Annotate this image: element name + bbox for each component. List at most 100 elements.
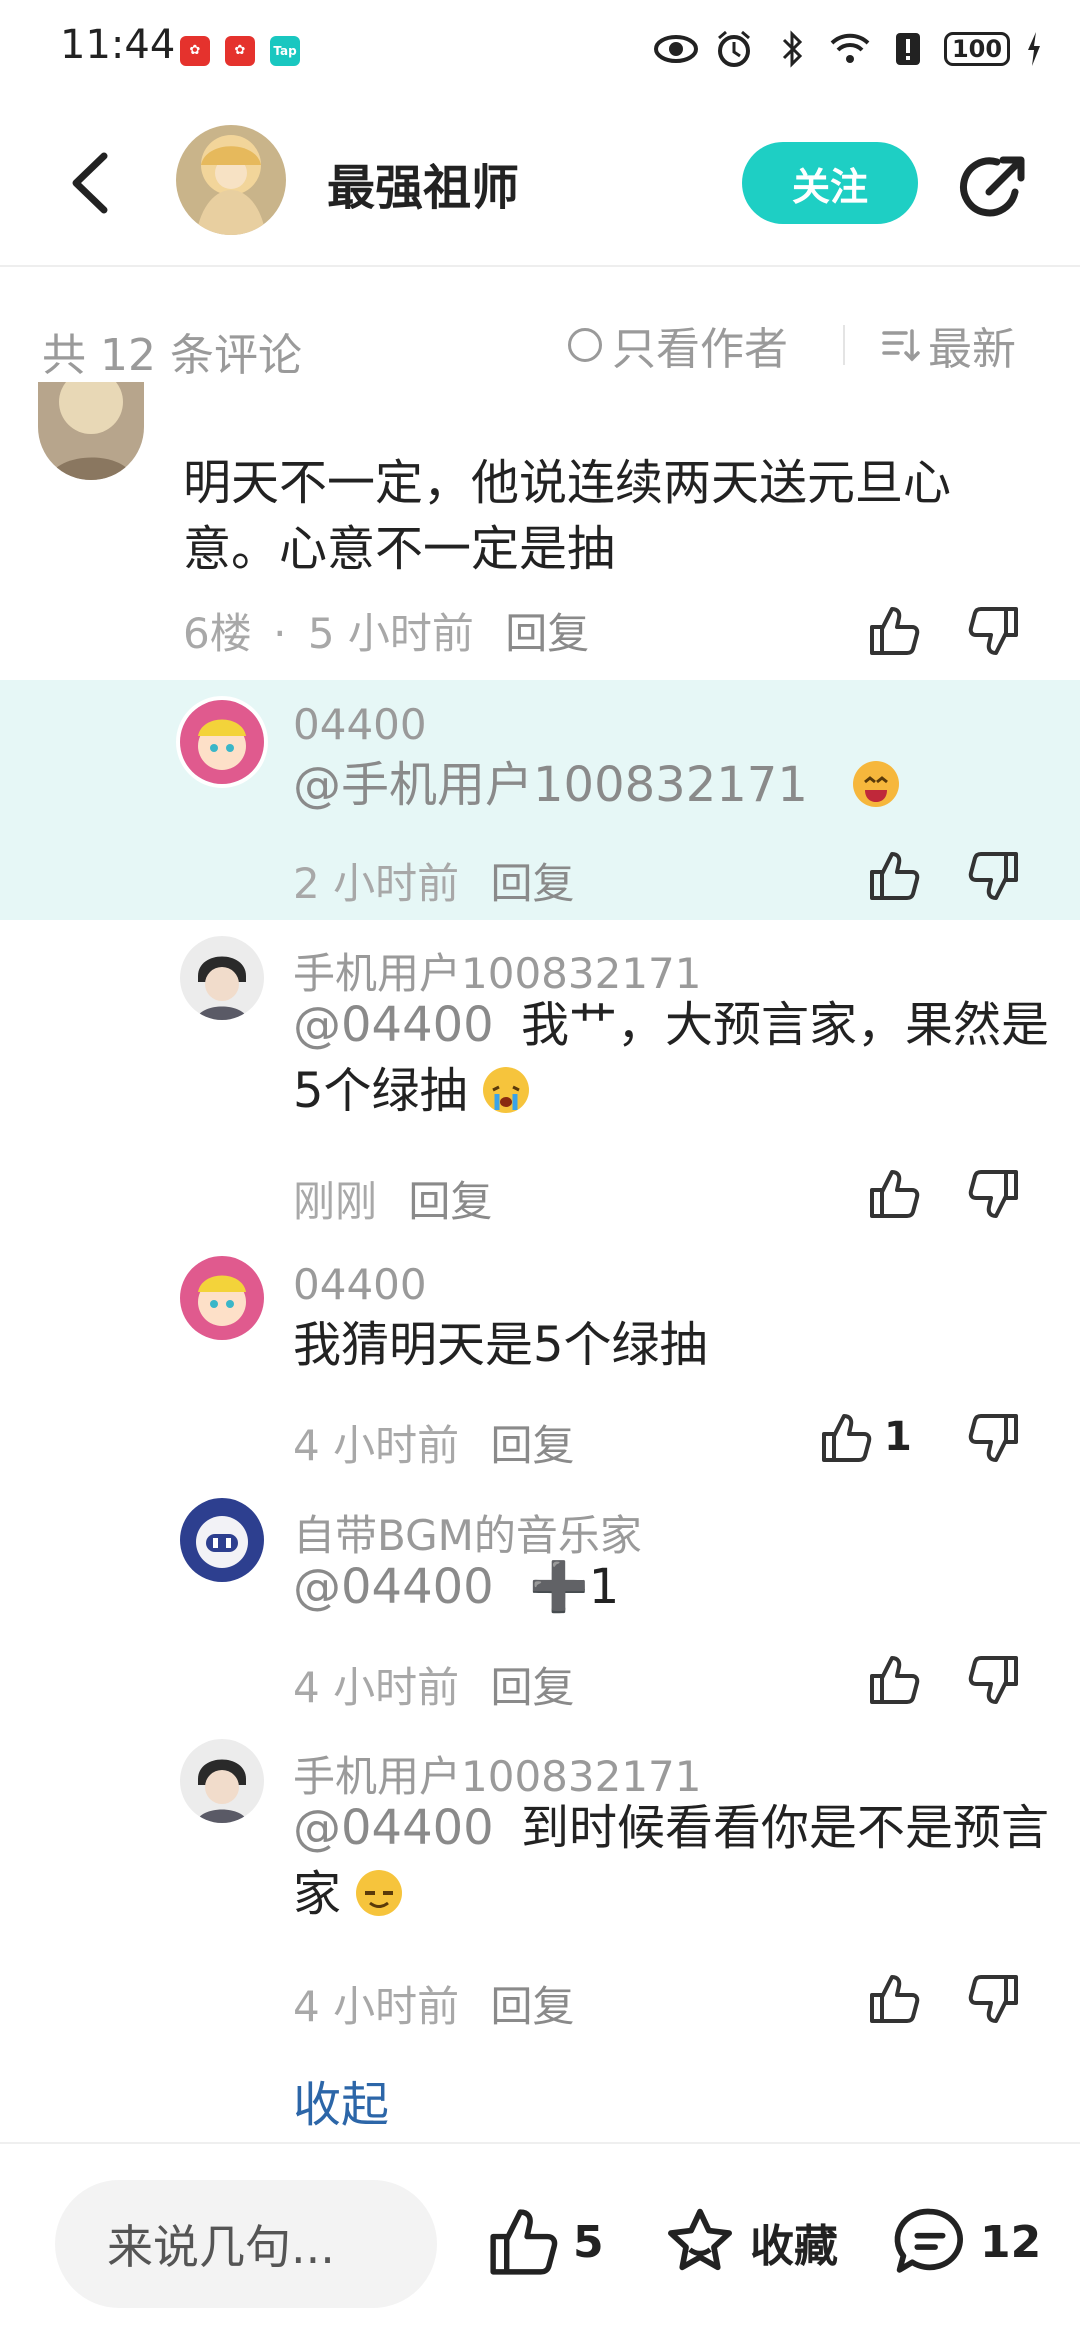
comment-input[interactable]: 来说几句... — [55, 2180, 437, 2308]
dislike-button[interactable] — [966, 1166, 1022, 1222]
mention-link[interactable]: @手机用户100832171 — [293, 757, 808, 813]
dislike-button[interactable] — [966, 1971, 1022, 2027]
share-button[interactable] — [955, 152, 1029, 226]
back-arrow-icon — [72, 152, 108, 214]
dislike-button[interactable] — [966, 1410, 1022, 1466]
like-button[interactable] — [866, 603, 922, 659]
radio-icon — [568, 328, 602, 362]
share-icon — [960, 156, 1025, 217]
reply-item: 04400 我猜明天是5个绿抽 4 小时前 回复 1 — [0, 1250, 1080, 1480]
thumbs-up-icon — [870, 607, 920, 655]
smug-emoji-icon — [356, 1870, 403, 1916]
username[interactable]: 04400 — [293, 700, 427, 749]
alert-icon — [886, 27, 930, 71]
reply-button[interactable]: 回复 — [490, 1982, 574, 2031]
timestamp: 4 小时前 — [293, 1421, 460, 1470]
status-bar: 11:44 ✿ ✿ Tap 100 — [0, 0, 1080, 100]
like-button[interactable] — [866, 1166, 922, 1222]
avatar[interactable] — [180, 1739, 264, 1823]
author-only-label: 只看作者 — [612, 324, 788, 375]
author-avatar[interactable] — [176, 125, 286, 235]
comment-item: 明天不一定，他说连续两天送元旦心意。心意不一定是抽 6楼 · 5 小时前 回复 — [0, 382, 1080, 675]
comment-meta: 4 小时前 回复 — [293, 1654, 574, 1715]
timestamp: 2 小时前 — [293, 859, 460, 908]
avatar[interactable] — [180, 1256, 264, 1340]
comment-meta: 4 小时前 回复 — [293, 1412, 574, 1473]
sort-label: 最新 — [928, 324, 1016, 375]
comment-count-badge: 12 — [980, 2216, 1042, 2268]
taptap-icon: Tap — [270, 36, 300, 66]
huawei-icon: ✿ — [225, 36, 255, 66]
comment-meta: 6楼 · 5 小时前 回复 — [183, 600, 589, 661]
like-count: 1 — [884, 1414, 912, 1460]
thumbs-up-icon — [870, 852, 920, 900]
dislike-button[interactable] — [966, 1652, 1022, 1708]
avatar[interactable] — [180, 936, 264, 1020]
comment-text: @04400 ➕1 — [293, 1554, 1053, 1620]
dislike-button[interactable] — [966, 603, 1022, 659]
bluetooth-icon — [770, 27, 814, 71]
page-title: 最强祖师 — [327, 160, 520, 216]
thumbs-up-icon — [490, 2209, 558, 2275]
thumbs-down-icon — [968, 1170, 1018, 1218]
author-only-toggle[interactable]: 只看作者 — [568, 317, 788, 375]
collapse-replies-button[interactable]: 收起 — [293, 2065, 389, 2135]
reply-item: 自带BGM的音乐家 @04400 ➕1 4 小时前 回复 — [0, 1492, 1080, 1722]
avatar[interactable] — [38, 382, 144, 480]
comment-meta: 2 小时前 回复 — [293, 850, 574, 911]
crying-emoji-icon — [482, 1067, 529, 1113]
comment-text: 我猜明天是5个绿抽 — [293, 1317, 708, 1373]
reply-item: 手机用户100832171 @04400 到时候看看你是不是预言家 4 小时前 … — [0, 1733, 1080, 2043]
thumbs-up-icon — [870, 1975, 920, 2023]
like-button[interactable] — [866, 1971, 922, 2027]
avatar[interactable] — [176, 696, 268, 788]
thumbs-down-icon — [968, 1414, 1018, 1462]
comment-filter-bar: 共 12 条评论 只看作者 最新 — [0, 295, 1080, 395]
eye-icon — [654, 27, 698, 71]
post-like-count: 5 — [573, 2216, 604, 2268]
comment-text: 明天不一定，他说连续两天送元旦心意。心意不一定是抽 — [183, 455, 952, 577]
like-button[interactable] — [866, 1652, 922, 1708]
timestamp: 4 小时前 — [293, 1982, 460, 2031]
follow-button[interactable]: 关注 — [742, 142, 918, 224]
bottom-action-bar: 来说几句... 5 收藏 12 — [0, 2142, 1080, 2342]
comments-button[interactable]: 12 — [892, 2202, 1041, 2282]
reply-button[interactable]: 回复 — [490, 859, 574, 908]
thumbs-down-icon — [968, 1656, 1018, 1704]
username[interactable]: 04400 — [293, 1260, 427, 1309]
like-button[interactable] — [818, 1410, 874, 1466]
reply-button[interactable]: 回复 — [408, 1177, 492, 1226]
sort-button[interactable]: 最新 — [880, 317, 1016, 375]
timestamp: 5 小时前 — [307, 609, 474, 658]
mention-link[interactable]: @04400 — [293, 1800, 494, 1856]
reply-button[interactable]: 回复 — [490, 1421, 574, 1470]
post-like-button[interactable]: 5 — [485, 2202, 604, 2282]
battery-indicator: 100 — [944, 32, 1010, 66]
dislike-button[interactable] — [966, 848, 1022, 904]
top-navigation: 最强祖师 关注 — [0, 100, 1080, 267]
reply-button[interactable]: 回复 — [505, 609, 589, 658]
mention-link[interactable]: @04400 — [293, 1559, 494, 1615]
favorite-button[interactable]: 收藏 — [662, 2202, 838, 2282]
thumbs-down-icon — [968, 852, 1018, 900]
comment-bubble-icon — [894, 2208, 963, 2273]
reply-button[interactable]: 回复 — [490, 1663, 574, 1712]
favorite-label: 收藏 — [750, 2221, 838, 2272]
comment-meta: 刚刚 回复 — [293, 1168, 492, 1229]
mention-link[interactable]: @04400 — [293, 997, 494, 1053]
grin-emoji-icon — [853, 761, 900, 807]
status-time: 11:44 — [60, 22, 176, 68]
floor-label: 6楼 — [183, 609, 252, 658]
comment-text: @04400 到时候看看你是不是预言家 — [293, 1795, 1053, 1927]
charging-icon — [1024, 27, 1044, 71]
back-button[interactable] — [60, 148, 120, 218]
comment-count: 共 12 条评论 — [42, 330, 302, 381]
thumbs-up-icon — [870, 1170, 920, 1218]
comment-text: @手机用户100832171 — [293, 752, 1053, 818]
comment-meta: 4 小时前 回复 — [293, 1973, 574, 2034]
like-button[interactable] — [866, 848, 922, 904]
thumbs-up-icon — [870, 1656, 920, 1704]
avatar[interactable] — [180, 1498, 264, 1582]
alarm-icon — [712, 27, 756, 71]
reply-text: ➕1 — [528, 1559, 620, 1615]
